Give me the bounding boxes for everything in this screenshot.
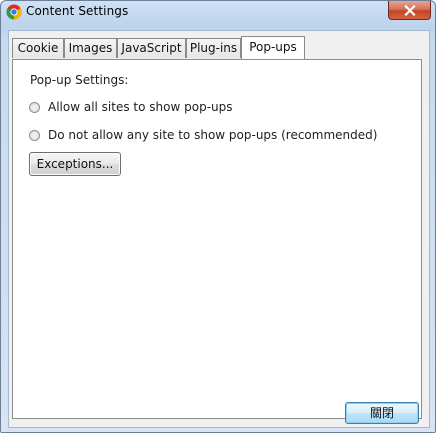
dialog-client-area: Cookie Images JavaScript Plug-ins Pop-up… [8, 30, 430, 428]
content-settings-window: Content Settings Cookie Images JavaScrip… [0, 0, 436, 433]
tab-javascript[interactable]: JavaScript [117, 38, 186, 58]
tab-cookie[interactable]: Cookie [12, 38, 64, 58]
pop-ups-panel: Pop-up Settings: Allow all sites to show… [12, 59, 422, 419]
tab-pop-ups[interactable]: Pop-ups [241, 36, 305, 59]
section-label: Pop-up Settings: [30, 73, 129, 87]
radio-label[interactable]: Do not allow any site to show pop-ups (r… [48, 128, 377, 142]
exceptions-button[interactable]: Exceptions... [29, 152, 121, 176]
tab-images[interactable]: Images [64, 38, 117, 58]
chrome-icon [6, 4, 22, 20]
close-button[interactable]: 關閉 [345, 402, 419, 424]
title-bar[interactable]: Content Settings [1, 1, 435, 27]
window-close-button[interactable] [388, 1, 431, 20]
radio-button[interactable] [29, 102, 40, 113]
radio-button[interactable] [29, 130, 40, 141]
radio-label[interactable]: Allow all sites to show pop-ups [48, 100, 233, 114]
window-title: Content Settings [26, 4, 129, 18]
tab-plug-ins[interactable]: Plug-ins [186, 38, 241, 58]
close-icon [404, 5, 416, 16]
